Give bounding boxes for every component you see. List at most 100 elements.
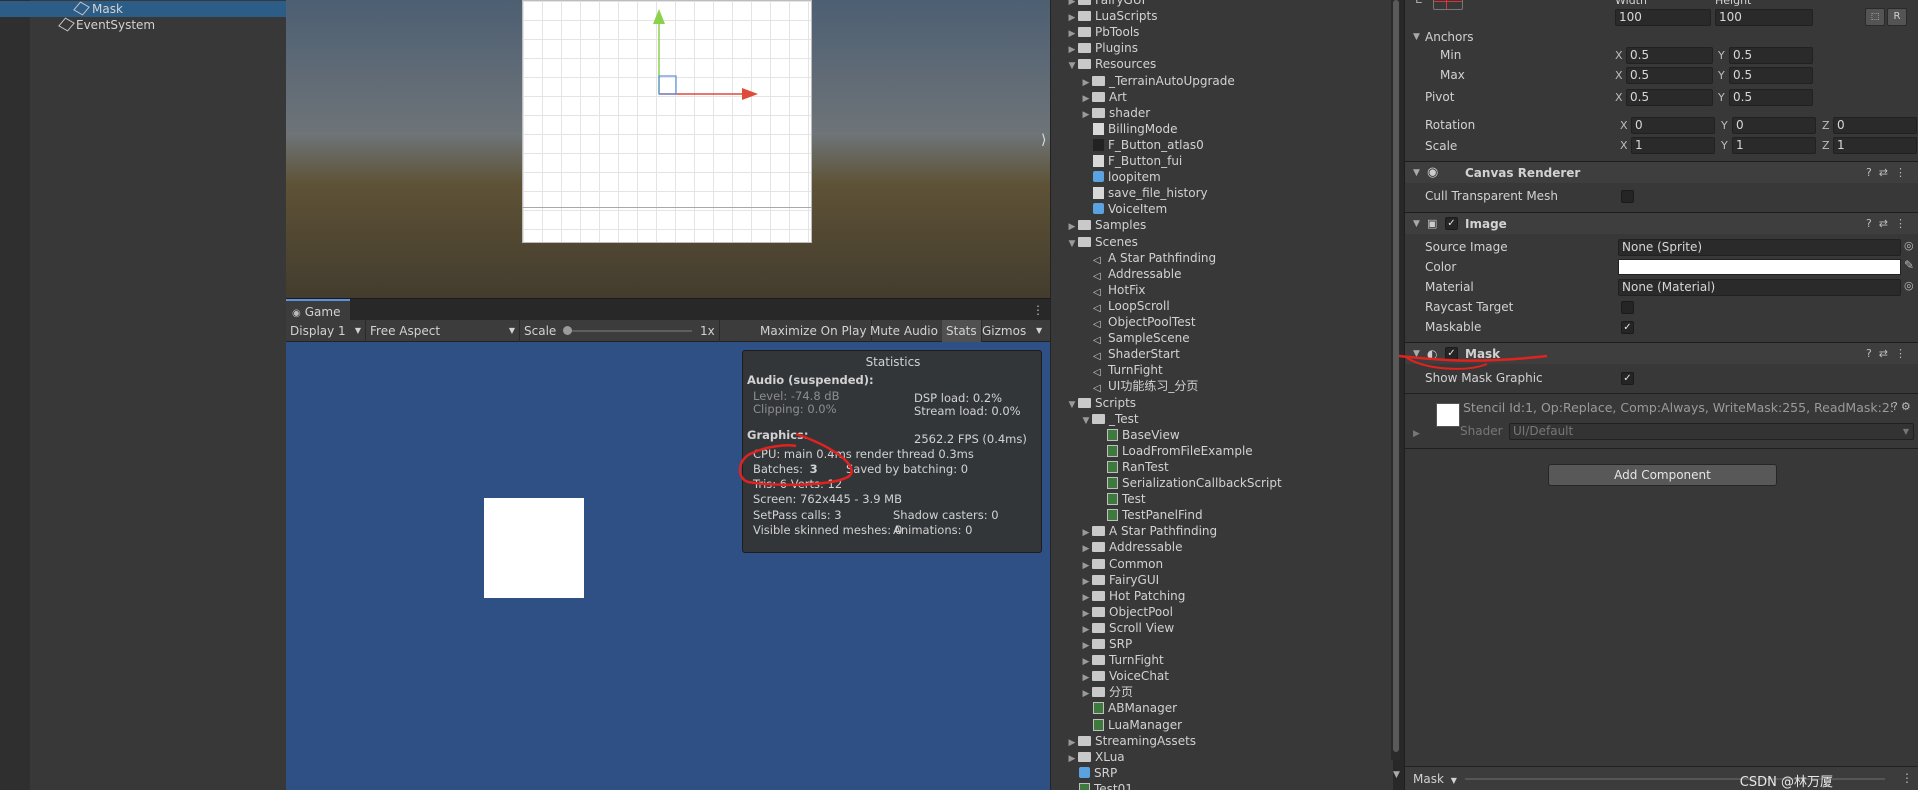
anchor-max-x-field[interactable]: 0.5 bbox=[1626, 67, 1713, 84]
scale-handle[interactable] bbox=[563, 326, 572, 335]
project-item[interactable]: ▼ Resources bbox=[1067, 56, 1157, 72]
mask-enabled-checkbox[interactable]: ✓ bbox=[1445, 347, 1458, 360]
project-item[interactable]: F_Button_fui bbox=[1081, 153, 1182, 169]
project-scroll-thumb[interactable] bbox=[1393, 0, 1399, 752]
project-item[interactable]: ▶ Common bbox=[1081, 556, 1164, 572]
cull-transparent-checkbox[interactable] bbox=[1621, 190, 1634, 203]
foldout-open-icon[interactable]: ▼ bbox=[1081, 413, 1091, 429]
project-item[interactable]: ◁ HotFix bbox=[1081, 282, 1146, 298]
canvas-renderer-header[interactable]: ▼ ◉ Canvas Renderer ?⇄⋮ bbox=[1405, 161, 1918, 183]
hierarchy-item-mask[interactable]: Mask bbox=[0, 1, 286, 17]
project-item[interactable]: Test bbox=[1095, 491, 1146, 507]
project-item[interactable]: ▶ LuaScripts bbox=[1067, 8, 1158, 24]
pivot-y-field[interactable]: 0.5 bbox=[1729, 89, 1813, 106]
aspect-dropdown[interactable]: Free Aspect ▼ bbox=[366, 320, 520, 342]
footer-object-dropdown[interactable]: Mask ▼ bbox=[1409, 769, 1461, 789]
project-item[interactable]: ▶ PbTools bbox=[1067, 24, 1140, 40]
anchor-min-x-field[interactable]: 0.5 bbox=[1626, 47, 1713, 64]
material-header-icons[interactable]: ?⚙ bbox=[1892, 400, 1914, 413]
object-picker-icon[interactable]: ◎ bbox=[1904, 239, 1914, 252]
project-item[interactable]: ▶ TurnFight bbox=[1081, 652, 1164, 668]
project-item[interactable]: ▶ Addressable bbox=[1081, 539, 1183, 555]
project-item[interactable]: ▼ _Test bbox=[1081, 411, 1139, 427]
project-item[interactable]: ▶ Scroll View bbox=[1081, 620, 1175, 636]
component-header-icons[interactable]: ?⇄⋮ bbox=[1866, 213, 1913, 235]
project-item[interactable]: SerializationCallbackScript bbox=[1095, 475, 1282, 491]
foldout-open-icon[interactable]: ▼ bbox=[1067, 397, 1077, 413]
object-picker-icon[interactable]: ◎ bbox=[1904, 279, 1914, 292]
project-item[interactable]: ▶ A Star Pathfinding bbox=[1081, 523, 1218, 539]
project-item[interactable]: ◁ ShaderStart bbox=[1081, 346, 1180, 362]
maskable-checkbox[interactable]: ✓ bbox=[1621, 321, 1634, 334]
hierarchy-item-eventsystem[interactable]: EventSystem bbox=[0, 17, 286, 33]
scale-z-field[interactable]: 1 bbox=[1833, 137, 1917, 154]
raw-edit-button[interactable]: R bbox=[1887, 8, 1907, 26]
add-component-button[interactable]: Add Component bbox=[1548, 464, 1777, 486]
project-item[interactable]: ◁ A Star Pathfinding bbox=[1081, 250, 1216, 266]
gizmos-dropdown-icon[interactable]: ▼ bbox=[1032, 320, 1050, 342]
project-item[interactable]: SRP bbox=[1067, 765, 1117, 781]
project-item[interactable]: VoiceItem bbox=[1081, 201, 1167, 217]
project-item[interactable]: ▼ Scripts bbox=[1067, 395, 1137, 413]
shader-dropdown[interactable]: UI/Default ▼ bbox=[1509, 423, 1914, 440]
mute-audio-toggle[interactable]: Mute Audio bbox=[866, 320, 943, 342]
display-dropdown[interactable]: Display 1 ▼ bbox=[286, 320, 366, 342]
project-item[interactable]: ▶ Plugins bbox=[1067, 40, 1138, 56]
project-item[interactable]: ▶ VoiceChat bbox=[1081, 668, 1169, 684]
foldout-arrow-icon[interactable]: ▶ bbox=[1413, 425, 1420, 443]
project-item[interactable]: ◁ UI功能练习_分页 bbox=[1081, 378, 1198, 394]
project-item[interactable]: BaseView bbox=[1095, 427, 1180, 443]
scene-orientation-icon[interactable]: ⟩ bbox=[1041, 132, 1046, 148]
pivot-x-field[interactable]: 0.5 bbox=[1626, 89, 1713, 106]
scale-y-field[interactable]: 1 bbox=[1732, 137, 1816, 154]
project-item[interactable]: ◁ LoopScroll bbox=[1081, 298, 1170, 314]
project-item[interactable]: ◁ TurnFight bbox=[1081, 362, 1163, 378]
anchor-preset-icon[interactable] bbox=[1433, 0, 1463, 10]
project-item[interactable]: loopitem bbox=[1081, 169, 1161, 185]
foldout-open-icon[interactable]: ▼ bbox=[1067, 236, 1077, 252]
project-item[interactable]: ▶ shader bbox=[1081, 105, 1151, 121]
foldout-arrow-icon[interactable]: ▼ bbox=[1413, 162, 1420, 184]
tab-game[interactable]: ◉ Game bbox=[286, 299, 351, 321]
raycast-target-checkbox[interactable] bbox=[1621, 301, 1634, 314]
source-image-field[interactable]: None (Sprite) bbox=[1618, 239, 1901, 256]
kebab-menu-icon[interactable]: ⋮ bbox=[1032, 299, 1044, 321]
project-item[interactable]: ▶ XLua bbox=[1067, 749, 1125, 765]
project-item[interactable]: Test01 bbox=[1067, 781, 1133, 790]
scene-view[interactable]: ⟩ bbox=[286, 0, 1050, 298]
mask-component-header[interactable]: ▼ ◐ ✓ Mask ?⇄⋮ bbox=[1405, 342, 1918, 364]
project-item[interactable]: ▶ Samples bbox=[1067, 217, 1147, 233]
project-item[interactable]: ◁ SampleScene bbox=[1081, 330, 1190, 346]
project-item[interactable]: RanTest bbox=[1095, 459, 1169, 475]
foldout-arrow-icon[interactable]: ▼ bbox=[1413, 343, 1420, 365]
project-item[interactable]: ▶ SRP bbox=[1081, 636, 1133, 652]
foldout-arrow-icon[interactable]: ▼ bbox=[1413, 213, 1420, 235]
rotation-y-field[interactable]: 0 bbox=[1732, 117, 1816, 134]
blueprint-mode-button[interactable]: ⬚ bbox=[1865, 8, 1885, 26]
project-item[interactable]: ▶ FairyGUI bbox=[1081, 572, 1160, 588]
game-view[interactable]: Statistics Audio (suspended): Level: -74… bbox=[286, 342, 1050, 790]
kebab-menu-icon[interactable]: ⋮ bbox=[1901, 771, 1913, 785]
eyedropper-icon[interactable]: ✎ bbox=[1904, 258, 1914, 272]
project-item[interactable]: LuaManager bbox=[1081, 717, 1182, 733]
component-header-icons[interactable]: ?⇄⋮ bbox=[1866, 162, 1913, 184]
image-enabled-checkbox[interactable]: ✓ bbox=[1445, 217, 1458, 230]
project-item[interactable]: BillingMode bbox=[1081, 121, 1178, 137]
color-swatch[interactable] bbox=[1618, 259, 1901, 275]
project-item[interactable]: ◁ ObjectPoolTest bbox=[1081, 314, 1196, 330]
image-component-header[interactable]: ▼ ▣ ✓ Image ?⇄⋮ bbox=[1405, 212, 1918, 234]
component-header-icons[interactable]: ?⇄⋮ bbox=[1866, 343, 1913, 365]
project-item[interactable]: ▶ FairyGUI bbox=[1067, 0, 1145, 8]
project-item[interactable]: ▶ ObjectPool bbox=[1081, 604, 1173, 620]
project-item[interactable]: ▶ Hot Patching bbox=[1081, 588, 1186, 604]
project-item[interactable]: ◁ Addressable bbox=[1081, 266, 1181, 282]
scale-slider[interactable]: Scale 1x bbox=[520, 320, 720, 342]
project-item[interactable]: ▶ 分页 bbox=[1081, 684, 1133, 700]
width-field[interactable]: 100 bbox=[1615, 9, 1711, 26]
project-item[interactable]: ▶ Art bbox=[1081, 89, 1127, 105]
project-item[interactable]: save_file_history bbox=[1081, 185, 1208, 201]
project-item[interactable]: ▶ StreamingAssets bbox=[1067, 733, 1197, 749]
show-mask-graphic-checkbox[interactable]: ✓ bbox=[1621, 372, 1634, 385]
height-field[interactable]: 100 bbox=[1715, 9, 1813, 26]
project-item[interactable]: ▼ Scenes bbox=[1067, 234, 1138, 250]
